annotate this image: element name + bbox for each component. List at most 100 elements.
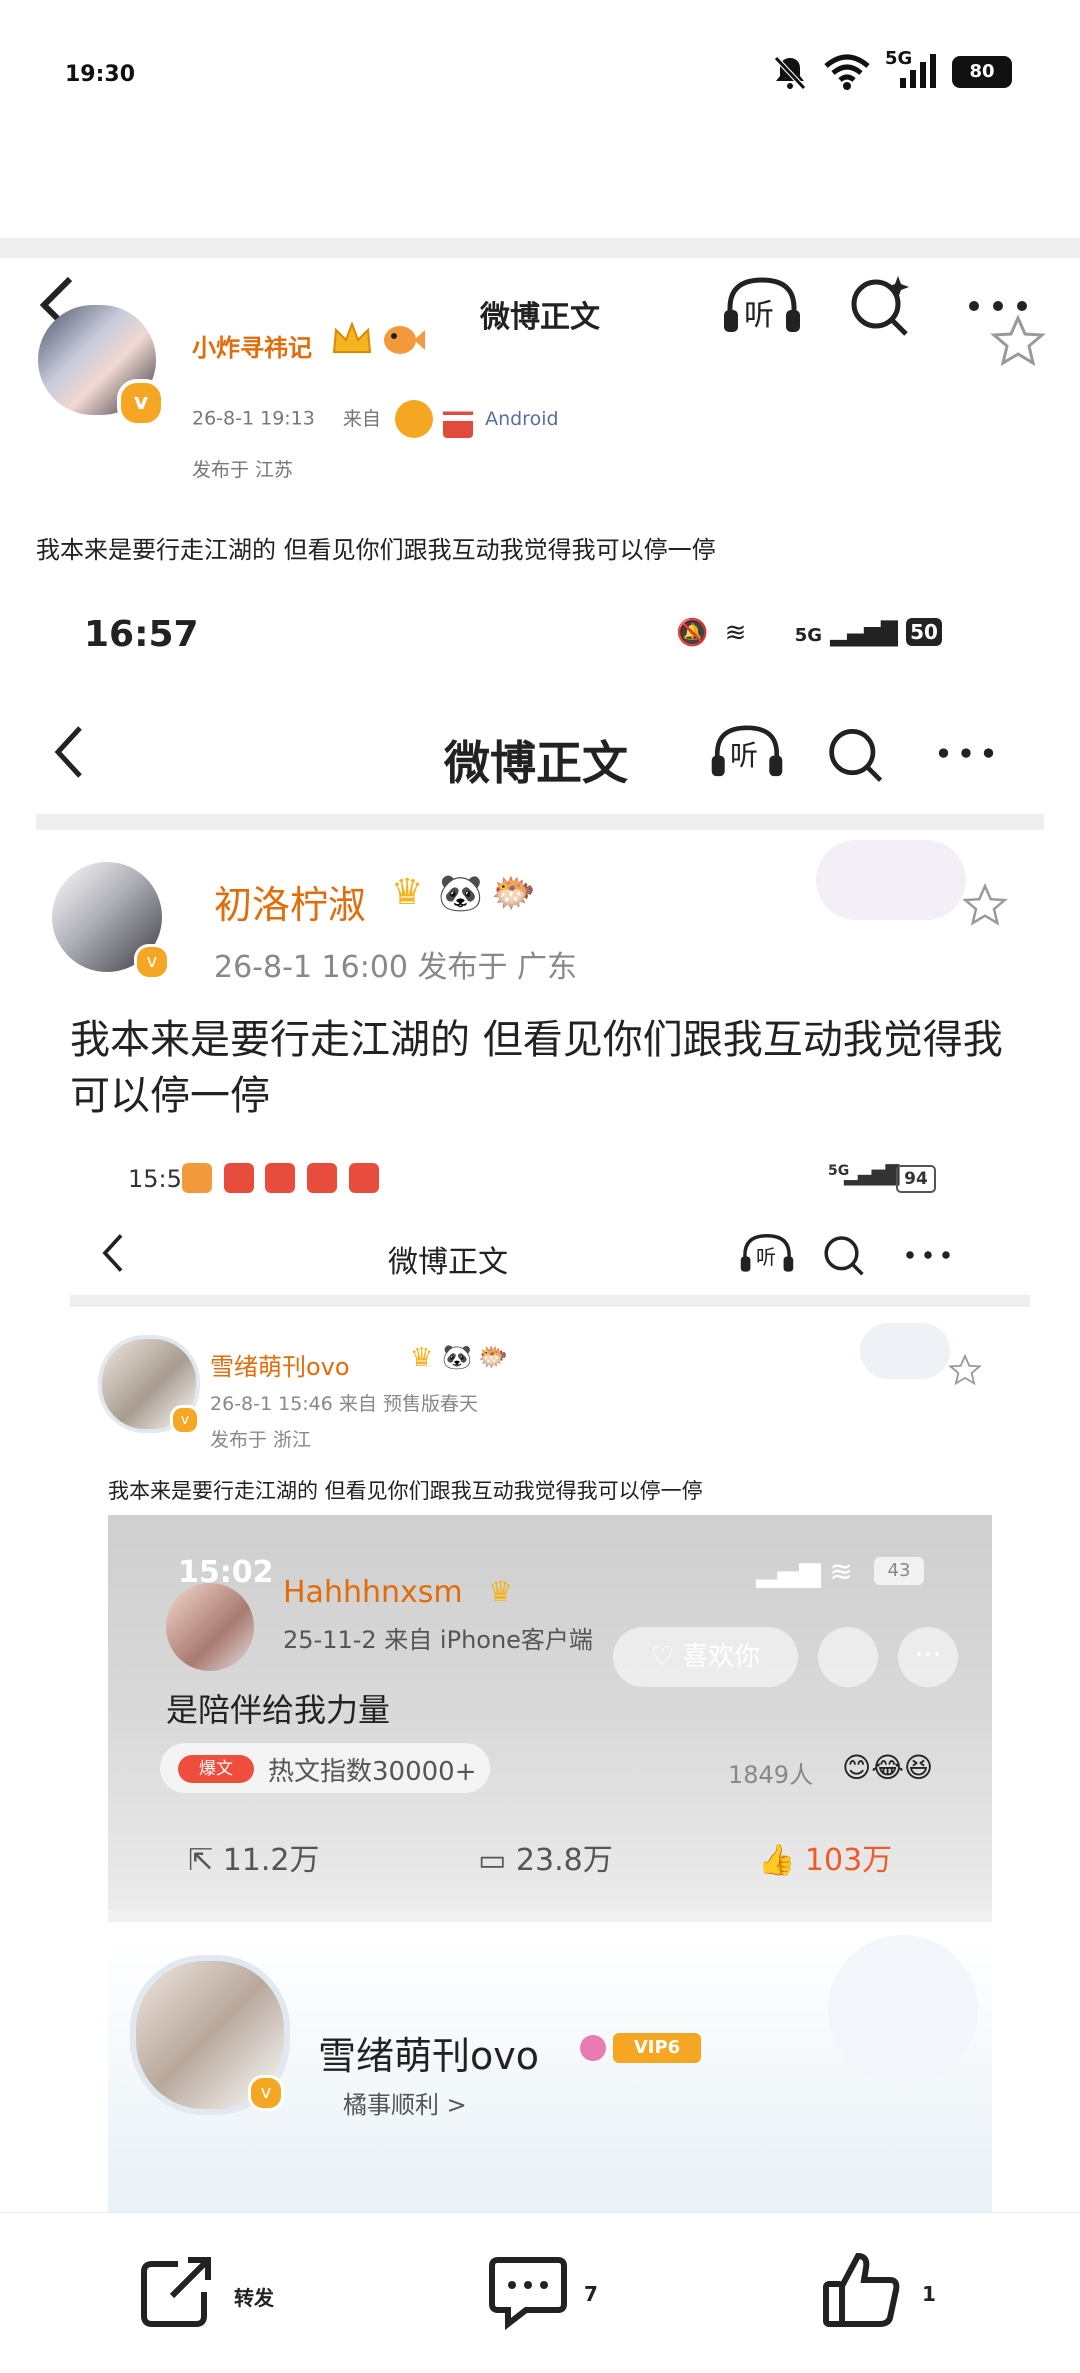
s1-back-arrow-icon <box>54 726 82 778</box>
s3-like-pill: ♡ 喜欢你 <box>613 1627 798 1687</box>
s1-panda-icon: 🐼 <box>438 873 483 914</box>
s2-signal-icon: ▂▄▆█ <box>844 1165 900 1186</box>
s2-play-icon-2 <box>348 1163 379 1193</box>
s1-status-icons: 🔕 ≋ 5G ▂▄▆█ <box>676 618 898 648</box>
post-text: 我本来是要行走江湖的 但看见你们跟我互动我觉得我可以停一停 <box>36 536 716 564</box>
nested-screenshot-inner: 15:02 ▂▄▆ ≋ 43 Hahhhnxsm ♛ 25-11-2 来自 iP… <box>108 1515 992 2212</box>
nested-screenshot: 15:57 5G ▂▄▆█ 94 微博正文 听 v 雪绪萌刊ovo ♛ 🐼 🐡 … <box>70 1147 1030 2212</box>
s3-status-time: 15:02 <box>178 1555 274 1590</box>
s1-title: 微博正文 <box>444 736 628 790</box>
s3-comment-count: 23.8万 <box>515 1843 613 1878</box>
s3-more-icon: ··· <box>898 1627 958 1687</box>
like-button[interactable]: 1 <box>822 2250 962 2334</box>
comment-icon <box>489 2257 567 2331</box>
s3-pink-badge-icon <box>580 2035 606 2061</box>
mute-bell-icon <box>774 56 806 90</box>
repost-label: 转发 <box>234 2286 274 2310</box>
s3-divider <box>108 1910 992 1922</box>
s1-search-icon <box>829 729 883 782</box>
s2-app-icon-1 <box>223 1163 254 1193</box>
comment-count: 7 <box>584 2282 598 2306</box>
s1-network: 5G <box>794 625 823 646</box>
s3-share-count: 11.2万 <box>222 1843 320 1878</box>
s2-divider <box>70 1295 1030 1307</box>
thumbs-up-icon <box>823 2252 900 2327</box>
s1-verified-icon: v <box>134 944 170 980</box>
comment-button[interactable]: 7 <box>488 2254 628 2334</box>
s3-like-icon: ♡ <box>650 1642 675 1672</box>
s1-status-time: 16:57 <box>84 614 199 655</box>
s2-listen-label: 听 <box>756 1245 776 1269</box>
s2-heart-app-icon <box>182 1163 212 1193</box>
s1-text: 我本来是要行走江湖的 但看见你们跟我互动我觉得我可以停一停 <box>70 1017 1003 1119</box>
s2-app-icon-2 <box>265 1163 296 1193</box>
popcorn-icon <box>443 400 474 438</box>
s3-like-count: 103万 <box>804 1843 893 1878</box>
s2-app-icons <box>182 1163 379 1199</box>
s3-author: Hahhhnxsm <box>283 1575 463 1610</box>
s1-author: 初洛柠淑 <box>214 883 367 927</box>
like-count: 1 <box>922 2282 936 2306</box>
s2-verified-icon: v <box>170 1405 200 1435</box>
s3-share-stat: ⇱ 11.2万 <box>188 1835 319 1879</box>
s2-location: 发布于 浙江 <box>210 1429 312 1451</box>
post-source[interactable]: Android <box>485 408 558 430</box>
s3-status-icons: ▂▄▆ ≋ <box>756 1555 853 1588</box>
s2-title: 微博正文 <box>388 1245 508 1280</box>
s1-more-icon <box>938 748 994 758</box>
s2-panda-icon: 🐼 <box>442 1343 472 1371</box>
s3-vip-badge: VIP6 <box>613 2033 701 2063</box>
section-divider <box>0 238 1080 258</box>
s3-profile-sub: 橘事顺利 > <box>343 2091 467 2119</box>
verified-badge-icon: v <box>117 379 165 427</box>
s1-crown-icon: ♛ <box>391 872 424 913</box>
s3-hot-tag: 爆文 <box>178 1755 254 1783</box>
s2-battery: 94 <box>896 1165 936 1193</box>
listen-button[interactable]: 听 <box>720 272 804 338</box>
s2-crown-icon: ♛ <box>410 1343 434 1373</box>
source-prefix: 来自 <box>342 407 381 430</box>
status-bar: 19:30 5G 80 <box>0 0 1080 130</box>
s1-listen-label: 听 <box>730 739 759 772</box>
s2-listen-button: 听 <box>738 1229 796 1277</box>
s1-star-icon <box>962 883 1008 926</box>
s1-battery: 50 <box>906 618 942 646</box>
s3-comment-stat: ▭ 23.8万 <box>478 1835 613 1879</box>
repost-button[interactable]: 转发 <box>138 2254 298 2334</box>
s1-divider <box>36 814 1044 830</box>
s1-wifi-icon: ≋ <box>724 618 747 648</box>
listen-label: 听 <box>744 298 774 333</box>
s3-comment-icon: ▭ <box>478 1843 507 1878</box>
post-location: 发布于 江苏 <box>192 459 294 481</box>
page-title: 微博正文 <box>480 300 600 335</box>
s1-fish-icon: 🐡 <box>491 873 536 914</box>
battery-indicator: 80 <box>952 56 1012 88</box>
post-meta: 26-8-1 19:13 来自 Android <box>192 400 559 438</box>
s3-text: 是陪伴给我力量 <box>166 1691 391 1729</box>
author-name[interactable]: 小炸寻祎记 <box>192 328 312 363</box>
favorite-star-icon[interactable] <box>990 314 1046 368</box>
s3-thumb-icon: 👍 <box>758 1843 796 1878</box>
orange-icon <box>394 400 433 438</box>
s1-listen-button: 听 <box>708 718 786 784</box>
s3-like-button-label: 喜欢你 <box>682 1642 761 1672</box>
s2-more-icon <box>906 1251 950 1259</box>
crown-badge-icon <box>332 321 372 353</box>
s2-sticker-decoration <box>860 1323 950 1379</box>
status-time: 19:30 <box>65 62 136 87</box>
s1-mute-icon: 🔕 <box>676 618 709 648</box>
post-image[interactable]: 16:57 🔕 ≋ 5G ▂▄▆█ 50 微博正文 听 v 初洛柠淑 ♛ 🐼 🐡… <box>36 582 1044 2212</box>
s3-share-icon: ⇱ <box>188 1843 214 1878</box>
s2-back-arrow-icon <box>102 1234 123 1272</box>
fish-badge-icon <box>384 326 425 354</box>
s3-battery: 43 <box>874 1557 924 1585</box>
search-icon[interactable] <box>848 272 914 338</box>
s2-meta: 26-8-1 15:46 来自 预售版春天 <box>210 1393 478 1415</box>
s3-meta: 25-11-2 来自 iPhone客户端 <box>283 1626 593 1654</box>
s1-meta: 26-8-1 16:00 发布于 广东 <box>214 950 578 985</box>
s2-author: 雪绪萌刊ovo <box>210 1353 350 1381</box>
s3-likers: 1849人 <box>728 1761 814 1789</box>
s2-play-icon-1 <box>306 1163 337 1193</box>
s1-sticker-decoration <box>816 840 966 920</box>
s2-text: 我本来是要行走江湖的 但看见你们跟我互动我觉得我可以停一停 <box>108 1479 703 1503</box>
